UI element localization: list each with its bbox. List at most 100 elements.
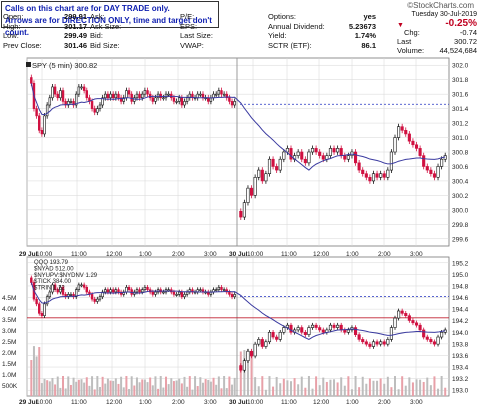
volume-bar bbox=[325, 381, 328, 396]
qqq-tick-label: 194.0 bbox=[452, 330, 469, 337]
qqq-candle bbox=[310, 324, 315, 328]
qqq-candle bbox=[314, 324, 318, 328]
qqq-candle bbox=[296, 327, 300, 331]
volume-bar bbox=[343, 385, 346, 396]
price-tick-label: 302.0 bbox=[452, 63, 469, 70]
volume-tick-label: 2.5M bbox=[2, 339, 16, 346]
spy-candle bbox=[35, 108, 38, 117]
time-tick-label: 30 Jul bbox=[229, 399, 248, 406]
qqq-candle bbox=[69, 294, 73, 296]
volume-bar bbox=[275, 376, 278, 396]
qqq-candle bbox=[332, 324, 336, 328]
spy-candle bbox=[278, 158, 282, 171]
qqq-candle bbox=[141, 289, 144, 293]
spy-candle bbox=[436, 166, 440, 178]
volume-bar bbox=[243, 350, 246, 396]
spy-candle bbox=[339, 148, 343, 156]
spy-candle bbox=[109, 93, 112, 99]
qqq-candle bbox=[146, 286, 149, 290]
price-tick-label: 301.2 bbox=[452, 121, 469, 128]
spy-candle bbox=[418, 148, 422, 156]
qqq-candle bbox=[339, 324, 343, 331]
spy-candle bbox=[90, 101, 94, 109]
qqq-candle bbox=[177, 291, 181, 295]
qqq-candle bbox=[278, 331, 282, 340]
volume-bar bbox=[408, 377, 411, 396]
volume-bar bbox=[322, 377, 325, 396]
qqq-candle bbox=[422, 329, 426, 338]
time-tick-label: 10:00 bbox=[247, 399, 264, 406]
volume-bar bbox=[304, 387, 307, 396]
spy-candle bbox=[371, 173, 376, 182]
qqq-candle bbox=[432, 341, 437, 345]
spy-candle bbox=[217, 90, 221, 95]
volume-tick-label: 4.0M bbox=[2, 306, 16, 313]
spy-candle bbox=[325, 155, 329, 160]
volume-bar bbox=[120, 376, 123, 396]
qqq-candle bbox=[117, 289, 120, 293]
spy-candle bbox=[400, 126, 404, 131]
volume-bar bbox=[199, 377, 202, 396]
price-tick-label: 301.6 bbox=[452, 92, 469, 99]
qqq-candle bbox=[303, 331, 307, 335]
qqq-candle bbox=[180, 291, 184, 298]
qqq-tick-label: 193.2 bbox=[452, 376, 469, 383]
spy-candle bbox=[407, 133, 411, 142]
qqq-candle bbox=[172, 291, 176, 295]
time-tick-label: 1:00 bbox=[346, 399, 359, 406]
volume-bar bbox=[64, 388, 67, 396]
spy-candle bbox=[397, 126, 401, 138]
spy-candle bbox=[53, 86, 57, 95]
qqq-candle bbox=[246, 350, 250, 362]
spy-candle bbox=[264, 173, 268, 182]
price-tick-label: 301.0 bbox=[452, 135, 469, 142]
volume-bar bbox=[444, 387, 447, 396]
qqq-candle bbox=[125, 286, 128, 293]
qqq-candle bbox=[336, 324, 340, 328]
time-tick-label: 12:00 bbox=[313, 399, 330, 406]
volume-bar bbox=[106, 378, 109, 396]
volume-bar bbox=[180, 383, 183, 396]
volume-bar bbox=[93, 389, 96, 396]
qqq-candle bbox=[375, 341, 379, 345]
volume-bar bbox=[440, 376, 443, 396]
volume-bar bbox=[368, 378, 371, 396]
spy-candle bbox=[328, 148, 333, 156]
spy-candle bbox=[257, 169, 261, 178]
volume-bar bbox=[411, 382, 414, 396]
volume-bar bbox=[217, 376, 220, 396]
spy-candle bbox=[222, 93, 226, 96]
volume-bar bbox=[365, 383, 368, 396]
volume-bar bbox=[264, 389, 267, 396]
qqq-candle bbox=[82, 284, 86, 288]
volume-bar bbox=[204, 379, 207, 396]
qqq-candle bbox=[425, 336, 429, 340]
volume-bar bbox=[231, 384, 234, 396]
spy-candle bbox=[357, 162, 361, 171]
volume-bar bbox=[261, 376, 264, 396]
volume-bar bbox=[209, 381, 212, 396]
spy-candle bbox=[332, 148, 336, 153]
qqq-candle bbox=[40, 313, 44, 317]
qqq-tick-label: 194.2 bbox=[452, 318, 469, 325]
volume-bar bbox=[178, 378, 181, 396]
spy-candle bbox=[267, 158, 272, 174]
qqq-candle bbox=[364, 341, 368, 345]
volume-bar bbox=[290, 381, 292, 396]
spy-candle bbox=[233, 101, 236, 106]
qqq-candle bbox=[217, 286, 221, 290]
qqq-candle bbox=[346, 329, 350, 333]
qqq-candle bbox=[414, 322, 419, 326]
price-tick-label: 299.8 bbox=[452, 222, 469, 229]
volume-bar bbox=[40, 383, 43, 396]
spy-candle bbox=[368, 177, 372, 182]
qqq-candle bbox=[30, 277, 33, 283]
volume-bar bbox=[201, 382, 204, 396]
volume-bar bbox=[59, 387, 62, 396]
qqq-candle bbox=[353, 327, 358, 335]
volume-bar bbox=[128, 389, 131, 396]
qqq-candle bbox=[199, 289, 202, 291]
qqq-candle bbox=[96, 298, 99, 302]
chart-canvas: 299.6 299.8 300.0 300.2 300.4 300.6 300.8 301.0… bbox=[2, 57, 469, 406]
spy-candle bbox=[162, 97, 165, 100]
